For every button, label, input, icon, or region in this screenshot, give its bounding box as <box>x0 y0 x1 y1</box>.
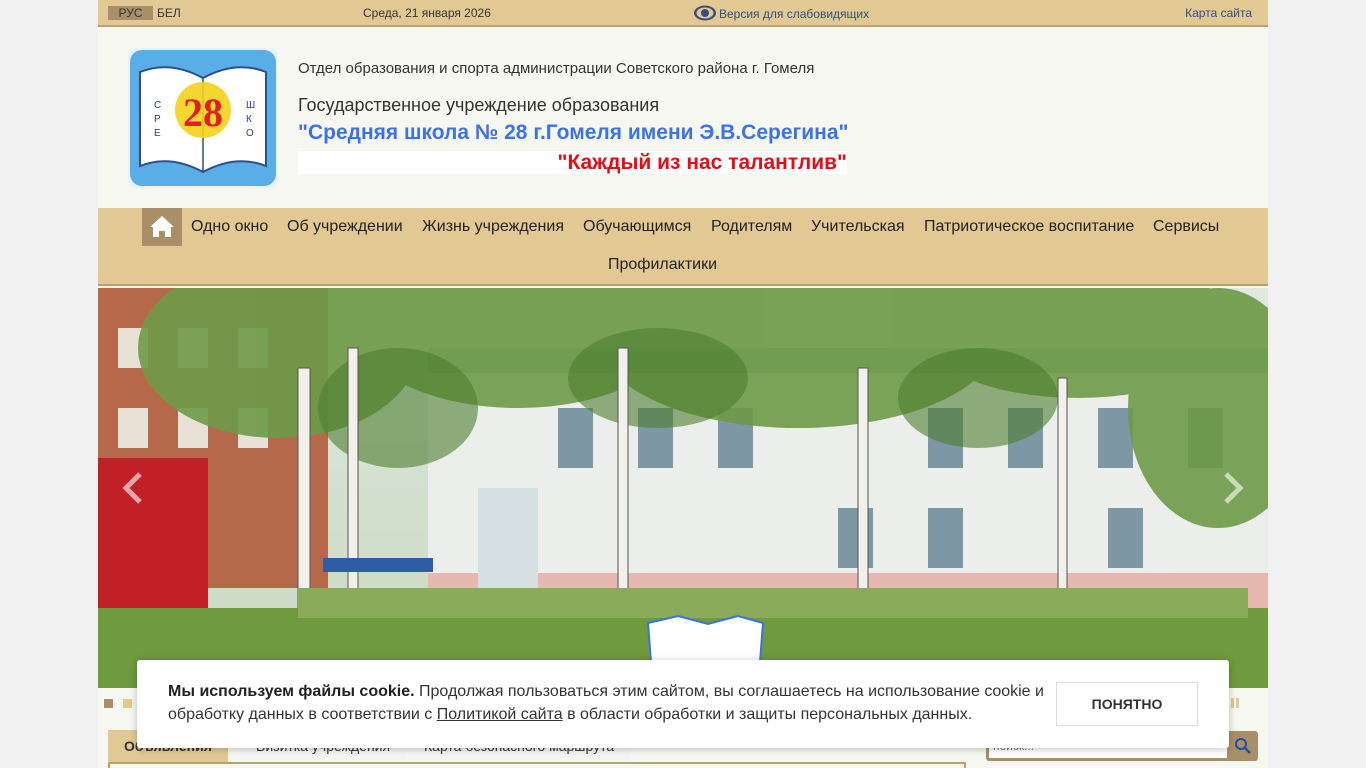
nav-item-life[interactable]: Жизнь учреждения <box>422 217 564 237</box>
logo-number: 28 <box>183 90 223 135</box>
main-nav: Одно окно Об учреждении Жизнь учреждения… <box>98 208 1268 286</box>
eye-icon[interactable] <box>693 4 717 22</box>
current-date: Среда, 21 января 2026 <box>363 6 491 20</box>
motto: "Каждый из нас талантлив" <box>557 151 847 174</box>
slider-dot-1[interactable] <box>104 699 113 708</box>
school-name: "Средняя школа № 28 г.Гомеля имени Э.В.С… <box>298 121 849 144</box>
cookie-accept-button[interactable]: ПОНЯТНО <box>1056 682 1198 726</box>
nav-item-teachers[interactable]: Учительская <box>811 217 905 237</box>
sitemap-link[interactable]: Карта сайта <box>1185 6 1252 20</box>
school-logo[interactable]: 28 С Р Е Ш К О <box>128 48 278 188</box>
search-icon[interactable] <box>1234 737 1252 755</box>
top-bar: РУС БЕЛ Среда, 21 января 2026 Версия для… <box>98 0 1268 27</box>
motto-bar: "Каждый из нас талантлив" <box>298 151 847 174</box>
svg-text:К: К <box>246 114 252 125</box>
svg-text:О: О <box>246 128 254 139</box>
nav-item-about[interactable]: Об учреждении <box>287 217 403 237</box>
low-vision-link[interactable]: Версия для слабовидящих <box>719 7 869 21</box>
nav-item-one-window[interactable]: Одно окно <box>191 217 268 237</box>
tab-panel <box>108 762 966 768</box>
svg-text:С: С <box>154 100 161 111</box>
image-slider[interactable] <box>98 288 1268 688</box>
privacy-policy-link[interactable]: Политикой сайта <box>437 706 563 723</box>
cookie-bold: Мы используем файлы cookie. <box>168 683 415 700</box>
slide-photo <box>98 288 1268 688</box>
pause-icon[interactable] <box>1230 697 1240 709</box>
home-icon <box>150 216 174 237</box>
nav-item-prevention[interactable]: Профилактики <box>608 255 717 275</box>
svg-text:Е: Е <box>154 128 161 139</box>
nav-item-parents[interactable]: Родителям <box>711 217 792 237</box>
nav-item-services[interactable]: Сервисы <box>1153 217 1219 237</box>
page: РУС БЕЛ Среда, 21 января 2026 Версия для… <box>98 0 1268 768</box>
svg-text:Р: Р <box>154 114 161 125</box>
home-button[interactable] <box>142 208 182 246</box>
chevron-right-icon[interactable] <box>1218 468 1248 508</box>
cookie-banner: Мы используем файлы cookie. Продолжая по… <box>137 660 1229 748</box>
cookie-text: Мы используем файлы cookie. Продолжая по… <box>168 680 1048 726</box>
chevron-left-icon[interactable] <box>118 468 148 508</box>
institution-type: Государственное учреждение образования <box>298 95 660 115</box>
nav-item-students[interactable]: Обучающимся <box>583 217 691 237</box>
cookie-text-2: в области обработки и защиты персональны… <box>562 706 973 723</box>
nav-item-patriotic[interactable]: Патриотическое воспитание <box>924 217 1134 237</box>
organization-name: Отдел образования и спорта администрации… <box>298 60 815 77</box>
svg-text:Ш: Ш <box>246 100 255 111</box>
lang-rus[interactable]: РУС <box>108 6 153 20</box>
slider-dot-2[interactable] <box>123 699 132 708</box>
lang-bel[interactable]: БЕЛ <box>157 6 181 20</box>
